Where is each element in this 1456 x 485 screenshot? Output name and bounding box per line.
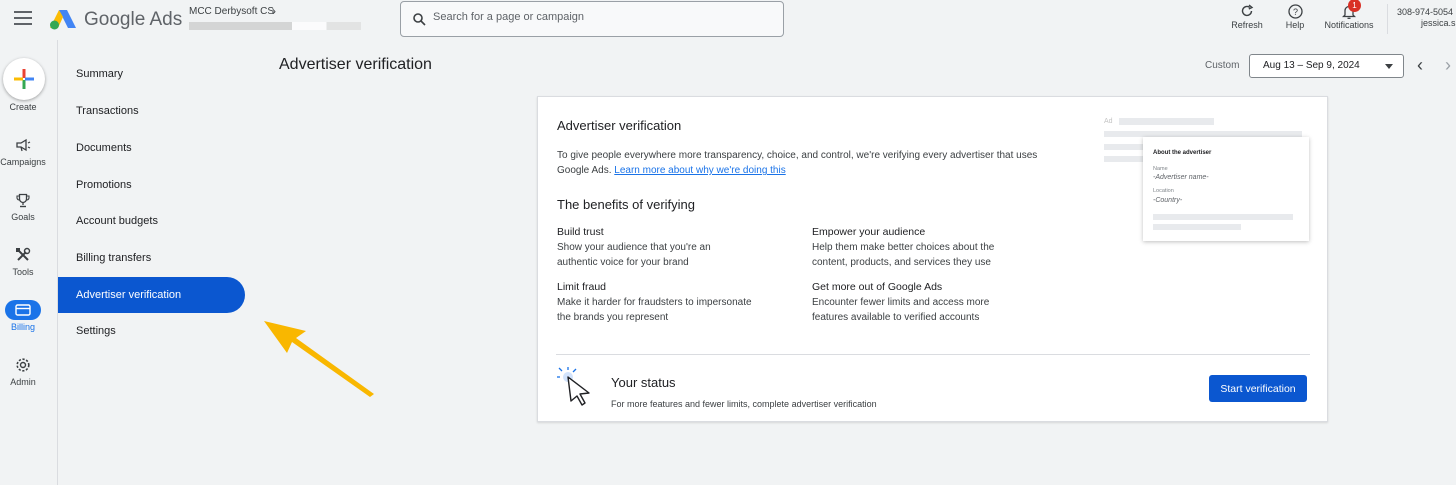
benefit-build-trust: Build trust Show your audience that you'… — [557, 225, 787, 270]
gear-icon — [16, 358, 30, 372]
chevron-right-icon[interactable]: › — [1438, 54, 1456, 78]
refresh-icon — [1241, 4, 1254, 17]
menu-icon[interactable] — [14, 11, 32, 25]
date-range-value: Aug 13 – Sep 9, 2024 — [1263, 60, 1360, 71]
nav-advertiser-verification[interactable]: Advertiser verification — [58, 277, 245, 313]
megaphone-icon — [16, 138, 31, 152]
refresh-label: Refresh — [1231, 20, 1263, 30]
svg-text:?: ? — [1292, 7, 1297, 17]
account-name[interactable]: MCC Derbysoft CS — [189, 6, 274, 17]
nav-documents[interactable]: Documents — [58, 130, 245, 166]
divider — [556, 354, 1310, 355]
billing-icon — [15, 304, 31, 316]
help-button[interactable]: ? Help — [1280, 2, 1310, 30]
nav-account-budgets[interactable]: Account budgets — [58, 203, 245, 239]
nav-transactions[interactable]: Transactions — [58, 93, 245, 129]
benefit-get-more: Get more out of Google Ads Encounter few… — [812, 280, 1042, 325]
annotation-arrow-icon — [264, 321, 374, 397]
search-input[interactable] — [433, 11, 763, 23]
brand-name: Google Ads — [84, 9, 183, 30]
benefits-title: The benefits of verifying — [557, 197, 696, 212]
nav-promotions[interactable]: Promotions — [58, 167, 245, 203]
top-bar: Google Ads MCC Derbysoft CS › Refresh ? … — [0, 0, 1456, 40]
benefit-text: Help them make better choices about the … — [812, 242, 995, 268]
benefit-limit-fraud: Limit fraud Make it harder for fraudster… — [557, 280, 787, 325]
benefit-title: Get more out of Google Ads — [812, 281, 943, 293]
placeholder-bar — [1104, 144, 1146, 150]
date-mode-label: Custom — [1205, 60, 1240, 71]
refresh-button[interactable]: Refresh — [1229, 2, 1265, 30]
user-name[interactable]: jessica.s — [1421, 18, 1456, 28]
page-title: Advertiser verification — [279, 56, 432, 73]
benefit-text: Make it harder for fraudsters to imperso… — [557, 297, 752, 323]
help-icon: ? — [1287, 3, 1303, 19]
rail-goals[interactable]: Goals — [0, 190, 46, 222]
start-verification-button[interactable]: Start verification — [1209, 375, 1307, 402]
notifications-button[interactable]: 1 Notifications — [1318, 0, 1380, 30]
tools-icon — [16, 247, 31, 261]
rail-campaigns-label: Campaigns — [0, 157, 46, 167]
search-box[interactable] — [400, 1, 784, 37]
placeholder-bar — [1153, 214, 1293, 220]
rail-goals-label: Goals — [11, 212, 35, 222]
rail-billing-label: Billing — [10, 322, 35, 332]
card-title: Advertiser verification — [557, 118, 682, 133]
notifications-label: Notifications — [1324, 20, 1374, 30]
nav-settings[interactable]: Settings — [58, 313, 245, 349]
placeholder-bar — [1104, 156, 1146, 162]
rail-admin-label: Admin — [10, 377, 36, 387]
rail-admin[interactable]: Admin — [0, 355, 46, 387]
create-button[interactable] — [3, 58, 45, 100]
preview-location-value: -Country- — [1153, 197, 1183, 204]
chevron-left-icon[interactable]: ‹ — [1410, 54, 1430, 78]
nav-summary[interactable]: Summary — [58, 56, 245, 92]
benefit-text: Show your audience that you're an authen… — [557, 242, 711, 268]
benefit-title: Limit fraud — [557, 281, 607, 293]
customer-id[interactable]: 308-974-5054 — [1397, 7, 1453, 17]
rail-billing[interactable]: Billing — [0, 300, 46, 332]
cursor-click-icon — [557, 367, 590, 406]
account-id-redacted — [189, 22, 361, 30]
date-range-picker[interactable]: Aug 13 – Sep 9, 2024 — [1249, 54, 1404, 78]
rail-create[interactable]: Create — [0, 102, 46, 112]
benefit-title: Build trust — [557, 226, 604, 238]
rail-tools[interactable]: Tools — [0, 245, 46, 277]
benefit-text: Encounter fewer limits and access more f… — [812, 297, 990, 323]
rail-tools-label: Tools — [12, 267, 34, 277]
left-rail: Create Campaigns Goals Tools Billing Adm… — [0, 40, 58, 485]
card-description: To give people everywhere more transpare… — [557, 148, 1067, 178]
benefit-empower-audience: Empower your audience Help them make bet… — [812, 225, 1042, 270]
search-icon — [413, 13, 426, 26]
rail-campaigns[interactable]: Campaigns — [0, 135, 46, 167]
dropdown-arrow-icon — [1385, 64, 1393, 69]
divider — [1387, 4, 1388, 34]
help-label: Help — [1285, 20, 1305, 30]
preview-name-value: -Advertiser name- — [1153, 174, 1209, 181]
preview-name-label: Name — [1153, 166, 1168, 172]
preview-location-label: Location — [1153, 188, 1174, 194]
trophy-icon — [16, 193, 30, 207]
placeholder-bar — [1119, 118, 1214, 125]
rail-create-label: Create — [9, 102, 37, 112]
learn-more-link[interactable]: Learn more about why we're doing this — [614, 165, 785, 176]
benefit-title: Empower your audience — [812, 226, 926, 238]
preview-heading: About the advertiser — [1153, 150, 1212, 156]
verification-card: Advertiser verification To give people e… — [537, 96, 1328, 422]
preview-ad-label: Ad — [1104, 118, 1113, 125]
nav-billing-transfers[interactable]: Billing transfers — [58, 240, 245, 276]
plus-icon — [14, 69, 34, 89]
status-subtitle: For more features and fewer limits, comp… — [611, 399, 877, 409]
placeholder-bar — [1153, 224, 1241, 230]
chevron-right-icon[interactable]: › — [272, 4, 276, 18]
about-advertiser-card: About the advertiser Name -Advertiser na… — [1143, 137, 1309, 241]
status-title: Your status — [611, 375, 676, 390]
google-ads-logo — [50, 10, 76, 30]
